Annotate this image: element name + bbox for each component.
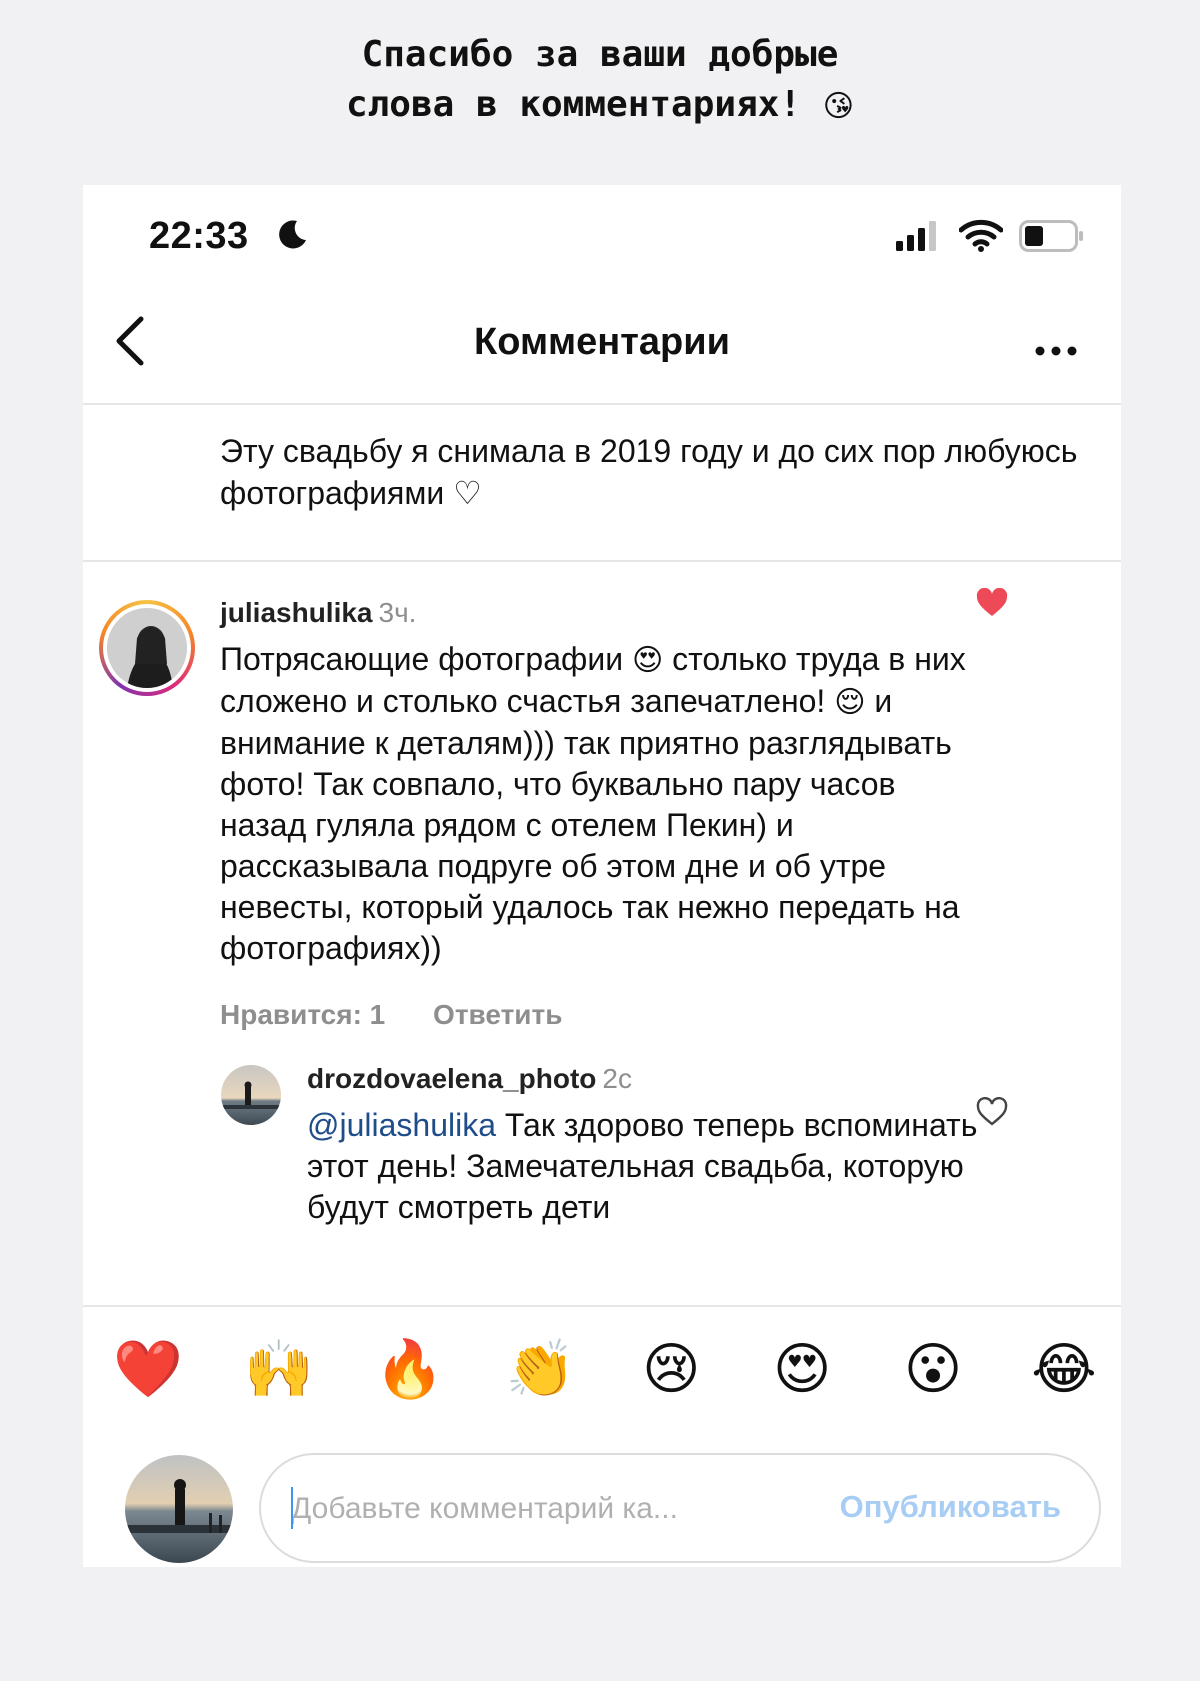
kiss-emoji-icon: 😘 [822,89,855,124]
comment-text: Потрясающие фотографии 😍 столько труда в… [220,639,980,969]
cellular-signal-icon [896,221,936,251]
tears-of-joy-emoji-icon[interactable]: 😂 [1029,1335,1099,1405]
comment-actions: Нравится: 1 Ответить [220,999,980,1031]
surprised-face-emoji-icon[interactable]: 😮 [898,1335,968,1405]
more-options-icon[interactable] [1034,345,1078,357]
reply-content: drozdovaelena_photo 2с @juliashulika Так … [307,1063,997,1228]
mention-link[interactable]: @juliashulika [307,1107,496,1143]
heart-outline-icon[interactable] [976,1097,1008,1127]
heart-eyes-emoji-icon: 😍 [631,643,664,678]
reply-username[interactable]: drozdovaelena_photo [307,1063,596,1094]
text-caret [291,1487,293,1529]
reply-text: @juliashulika Так здорово теперь вспомин… [307,1105,997,1228]
heart-filled-icon[interactable] [976,588,1008,618]
story-caption: Спасибо за ваши добрые слова в комментар… [0,30,1200,132]
reply-time: 2с [602,1063,632,1094]
clapping-hands-emoji-icon[interactable]: 👏 [506,1335,576,1405]
publish-button[interactable]: Опубликовать [840,1489,1061,1525]
likes-count[interactable]: Нравится: 1 [220,999,385,1030]
comment-time: 3ч. [378,597,417,628]
header-divider [83,403,1121,405]
comment-input[interactable] [291,1485,781,1533]
reactions-divider [83,1305,1121,1307]
fire-emoji-icon[interactable]: 🔥 [375,1335,445,1405]
story-caption-line-2-text: слова в комментариях! [345,84,802,125]
comments-screen: 22:33 Комментарии Эту свадьбу я снимала … [83,185,1121,1567]
avatar [107,608,187,688]
page-title: Комментарии [474,321,730,363]
comment-content: juliashulika 3ч. Потрясающие фотографии 😍… [220,597,980,1031]
avatar[interactable] [221,1065,281,1125]
current-user-avatar [125,1455,233,1563]
comment-header: juliashulika 3ч. [220,597,980,629]
story-caption-line-2: слова в комментариях! 😘 [0,80,1200,132]
quick-reactions-bar: ❤️ 🙌 🔥 👏 😢 😍 😮 😂 [83,1315,1121,1425]
comment-text-part: и внимание к деталям))) так приятно разг… [220,683,960,966]
reply-header: drozdovaelena_photo 2с [307,1063,997,1095]
story-caption-line-1: Спасибо за ваши добрые [361,34,839,75]
status-time: 22:33 [149,215,249,257]
raising-hands-emoji-icon[interactable]: 🙌 [244,1335,314,1405]
reply-button[interactable]: Ответить [433,999,562,1030]
comment-text-part: Потрясающие фотографии [220,641,632,677]
crying-face-emoji-icon[interactable]: 😢 [636,1335,706,1405]
heart-eyes-emoji-icon[interactable]: 😍 [767,1335,837,1405]
comment-username[interactable]: juliashulika [220,597,373,628]
caption-divider [83,560,1121,562]
red-heart-emoji-icon[interactable]: ❤️ [113,1335,183,1405]
comment-composer: Опубликовать [259,1453,1101,1563]
relieved-face-emoji-icon: 😌 [834,685,866,720]
avatar-story-ring[interactable] [99,600,195,696]
post-caption: Эту свадьбу я снимала в 2019 году и до с… [220,433,1078,511]
battery-icon [1019,220,1083,252]
wifi-icon [959,219,1003,252]
do-not-disturb-moon-icon [279,220,306,249]
